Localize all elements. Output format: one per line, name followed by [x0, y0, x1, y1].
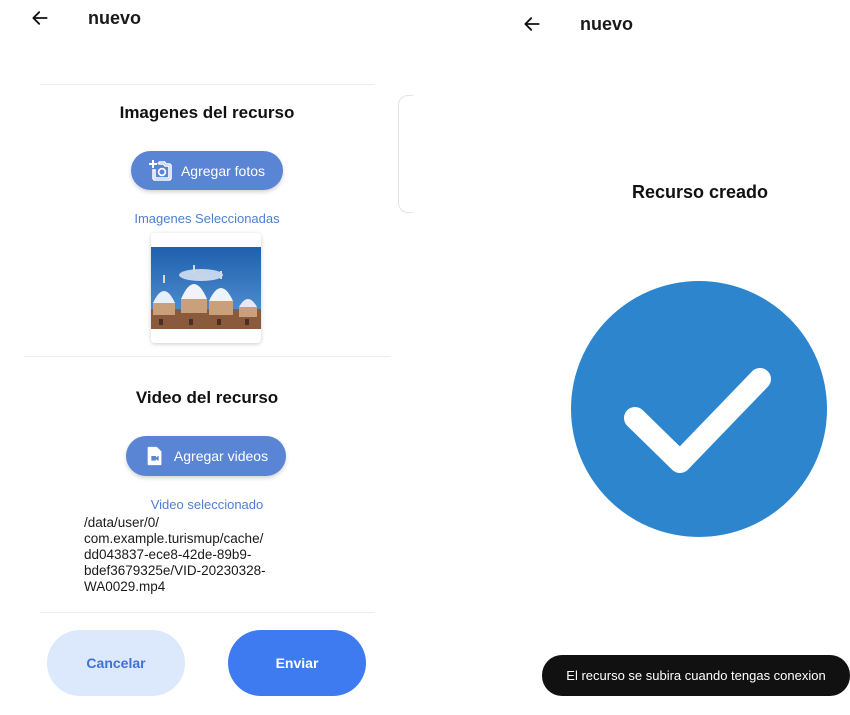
video-path-text: /data/user/0/ com.example.turismup/cache…: [84, 515, 314, 595]
add-photos-button[interactable]: Agregar fotos: [131, 151, 283, 190]
back-button[interactable]: [30, 8, 50, 33]
card-edge: [398, 95, 413, 213]
send-button[interactable]: Enviar: [228, 630, 366, 696]
add-videos-label: Agregar videos: [173, 448, 269, 464]
add-videos-button[interactable]: Agregar videos: [126, 436, 286, 476]
toast-message: El recurso se subira cuando tengas conex…: [542, 655, 850, 696]
cancel-button[interactable]: Cancelar: [47, 630, 185, 696]
video-section-title: Video del recurso: [135, 388, 279, 407]
selected-image-thumbnail[interactable]: [151, 233, 261, 343]
add-photo-camera-icon: [148, 159, 172, 181]
back-button[interactable]: [522, 14, 542, 39]
check-circle-icon: [571, 281, 827, 537]
arrow-left-icon: [524, 17, 540, 31]
selected-images-label: Imagenes Seleccionadas: [134, 211, 280, 226]
video-file-icon: [147, 446, 162, 466]
appbar-title: nuevo: [88, 8, 142, 28]
status-title: Recurso creado: [631, 182, 769, 202]
appbar-title: nuevo: [580, 14, 634, 34]
divider: [24, 356, 390, 357]
selected-video-label: Video seleccionado: [150, 497, 264, 512]
video-path-line: com.example.turismup/cache/: [84, 531, 264, 546]
arrow-left-icon: [32, 11, 48, 25]
divider: [40, 84, 374, 85]
video-path-line: dd043837-ece8-42de-89b9-: [84, 547, 252, 562]
divider: [40, 612, 374, 613]
add-photos-label: Agregar fotos: [180, 162, 266, 179]
cathedral-photo: [151, 233, 261, 343]
video-path-line: WA0029.mp4: [84, 579, 166, 594]
video-path-line: /data/user/0/: [84, 515, 160, 530]
video-path-line: bdef3679325e/VID-20230328-: [84, 563, 266, 578]
images-section-title: Imagenes del recurso: [119, 103, 295, 122]
